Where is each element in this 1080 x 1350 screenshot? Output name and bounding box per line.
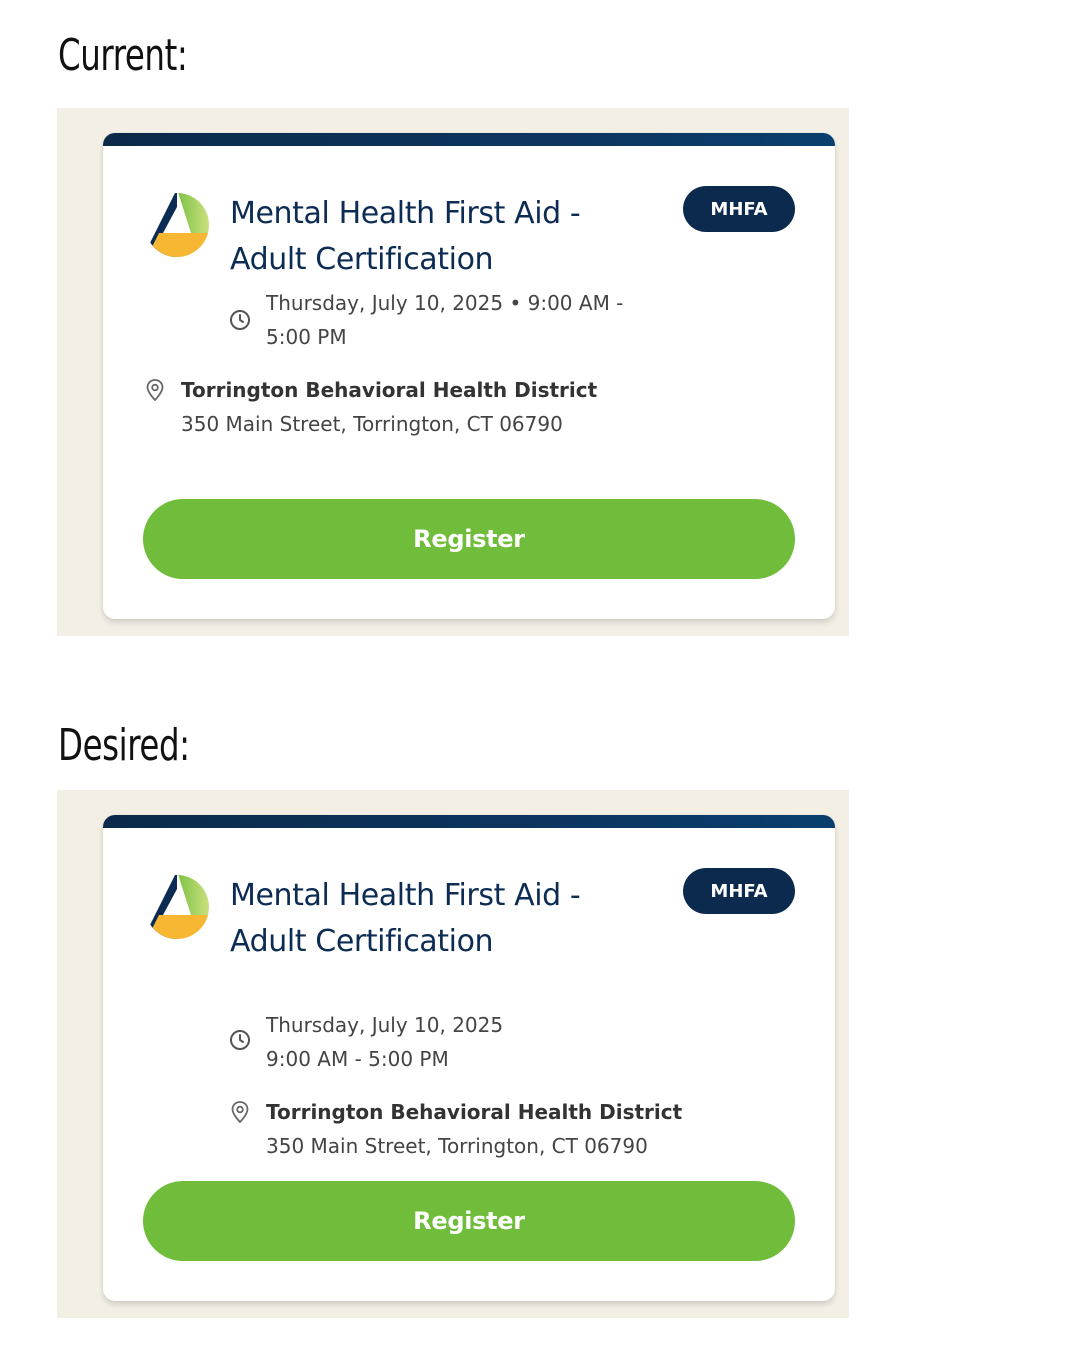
mhfa-logo [145, 875, 209, 939]
clock-icon [230, 310, 250, 330]
event-datetime-text: Thursday, July 10, 2025 • 9:00 AM - 5:00… [266, 291, 624, 349]
location-name: Torrington Behavioral Health District [266, 1100, 683, 1124]
event-datetime: Thursday, July 10, 2025 • 9:00 AM - 5:00… [228, 286, 646, 354]
location-address: 350 Main Street, Torrington, CT 06790 [181, 412, 563, 436]
location-name: Torrington Behavioral Health District [181, 378, 598, 402]
card-top-bar [103, 133, 835, 146]
event-title: Mental Health First Aid - Adult Certific… [230, 878, 581, 959]
current-label: Current: [58, 30, 188, 81]
event-location: Torrington Behavioral Health District 35… [228, 1095, 682, 1163]
register-button[interactable]: Register [143, 499, 795, 579]
mhfa-badge: MHFA [683, 186, 795, 232]
event-title: Mental Health First Aid - Adult Certific… [230, 196, 581, 277]
card-top-bar [103, 815, 835, 828]
mhfa-badge: MHFA [683, 868, 795, 914]
event-card: Mental Health First Aid - Adult Certific… [103, 815, 835, 1301]
event-datetime: Thursday, July 10, 2025 9:00 AM - 5:00 P… [228, 1008, 503, 1076]
desired-label: Desired: [58, 720, 190, 771]
event-location-text: Torrington Behavioral Health District 35… [181, 373, 597, 441]
location-pin-icon [146, 379, 164, 402]
event-date: Thursday, July 10, 2025 [266, 1013, 504, 1037]
mhfa-logo [145, 193, 209, 257]
clock-icon [230, 1030, 250, 1050]
event-card: Mental Health First Aid - Adult Certific… [103, 133, 835, 619]
event-location-text: Torrington Behavioral Health District 35… [266, 1095, 682, 1163]
event-time: 9:00 AM - 5:00 PM [266, 1047, 449, 1071]
event-datetime-text: Thursday, July 10, 2025 9:00 AM - 5:00 P… [266, 1008, 503, 1076]
current-panel: Mental Health First Aid - Adult Certific… [57, 108, 849, 636]
location-address: 350 Main Street, Torrington, CT 06790 [266, 1134, 648, 1158]
location-pin-icon [231, 1101, 249, 1124]
event-location: Torrington Behavioral Health District 35… [143, 373, 597, 441]
desired-panel: Mental Health First Aid - Adult Certific… [57, 790, 849, 1318]
register-button[interactable]: Register [143, 1181, 795, 1261]
